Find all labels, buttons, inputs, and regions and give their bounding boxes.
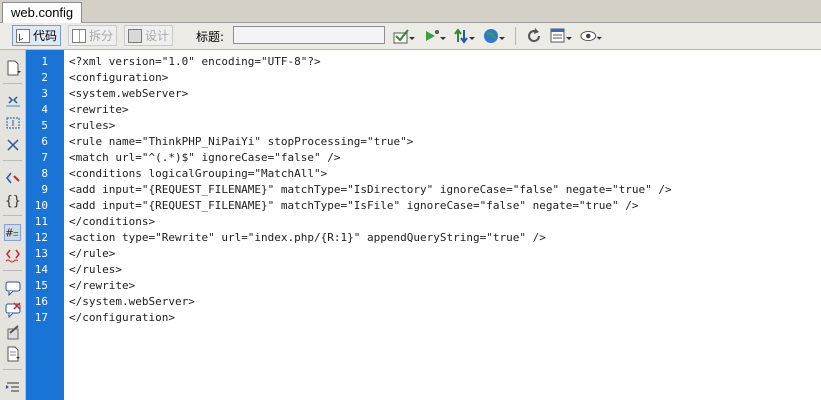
leftbar-separator	[3, 160, 22, 161]
line-number-gutter: 1 2 3 4 5 6 7 8 9 10 11 12 13 14 15 16 17	[26, 50, 64, 400]
code-line[interactable]: <configuration>	[69, 70, 168, 86]
line-number: 8	[41, 167, 48, 180]
code-line[interactable]: </conditions>	[69, 214, 155, 230]
split-view-button[interactable]: 拆分	[68, 25, 118, 46]
design-view-label: 设计	[145, 29, 170, 43]
code-view-button[interactable]: 代码	[12, 25, 62, 46]
code-line[interactable]: <match url="^(.*)$" ignoreCase="false" /…	[69, 150, 341, 166]
visual-aids-icon[interactable]	[580, 27, 602, 45]
line-number: 10	[34, 199, 48, 212]
code-line[interactable]: <rule name="ThinkPHP_NiPaiYi" stopProces…	[69, 134, 413, 150]
line-number: 3	[41, 87, 48, 100]
line-number: 12	[34, 231, 48, 244]
document-tab-strip: web.config	[0, 0, 821, 23]
code-line[interactable]: <rules>	[69, 118, 115, 134]
split-view-icon	[72, 28, 86, 43]
split-view-label: 拆分	[89, 29, 114, 43]
code-line[interactable]: <?xml version="1.0" encoding="UTF-8"?>	[69, 54, 321, 70]
preview-icon[interactable]	[424, 27, 446, 45]
balance-braces-icon[interactable]: {}	[4, 191, 21, 208]
line-number: 5	[41, 119, 48, 132]
line-numbers-icon[interactable]: #	[4, 224, 21, 241]
design-view-button[interactable]: 设计	[124, 25, 174, 46]
line-number: 16	[34, 295, 48, 308]
line-number: 1	[41, 55, 48, 68]
leftbar-separator	[3, 215, 22, 216]
line-number: 7	[41, 151, 48, 164]
expand-all-icon[interactable]	[4, 136, 21, 153]
code-line[interactable]: </rules>	[69, 262, 122, 278]
leftbar-separator	[3, 369, 22, 370]
select-parent-tag-icon[interactable]	[4, 169, 21, 186]
apply-comment-icon[interactable]	[4, 279, 21, 296]
code-line[interactable]: <action type="Rewrite" url="index.php/{R…	[69, 230, 546, 246]
globe-icon[interactable]	[483, 27, 505, 45]
remove-comment-icon[interactable]	[4, 301, 21, 318]
collapse-selection-icon[interactable]	[4, 114, 21, 131]
collapse-tag-icon[interactable]	[4, 92, 21, 109]
code-view-label: 代码	[33, 29, 58, 43]
browser-check-icon[interactable]	[393, 27, 415, 45]
highlight-invalid-icon[interactable]	[4, 246, 21, 263]
coding-toolbar: {} #	[0, 50, 26, 400]
recent-snippets-icon[interactable]	[4, 345, 21, 362]
code-line[interactable]: <add input="{REQUEST_FILENAME}" matchTyp…	[69, 198, 639, 214]
line-number: 15	[34, 279, 48, 292]
code-editor[interactable]: <?xml version="1.0" encoding="UTF-8"?> <c…	[64, 50, 821, 400]
file-transfer-icon[interactable]	[453, 27, 475, 45]
code-line[interactable]: </rewrite>	[69, 278, 135, 294]
line-number: 4	[41, 103, 48, 116]
line-number: 6	[41, 135, 48, 148]
svg-text:#: #	[5, 227, 14, 239]
view-options-icon[interactable]	[550, 27, 572, 45]
document-toolbar: 代码 拆分 设计 标题:	[0, 23, 821, 50]
code-line[interactable]: <rewrite>	[69, 102, 129, 118]
svg-text:{}: {}	[5, 194, 21, 208]
code-line[interactable]: <system.webServer>	[69, 86, 188, 102]
tab-web-config[interactable]: web.config	[2, 2, 83, 23]
indent-icon[interactable]	[4, 378, 21, 395]
code-view-icon	[16, 28, 30, 43]
line-number: 11	[34, 215, 48, 228]
title-input[interactable]	[233, 26, 385, 44]
toolbar-separator	[515, 27, 516, 45]
open-documents-icon[interactable]	[4, 59, 21, 76]
refresh-icon[interactable]	[523, 27, 545, 45]
code-line[interactable]: <add input="{REQUEST_FILENAME}" matchTyp…	[69, 182, 672, 198]
code-line[interactable]: </system.webServer>	[69, 294, 195, 310]
line-number: 14	[34, 263, 48, 276]
title-label: 标题:	[196, 30, 225, 44]
wrap-tag-icon[interactable]	[4, 323, 21, 340]
code-line[interactable]: </rule>	[69, 246, 115, 262]
code-line[interactable]: </configuration>	[69, 310, 175, 326]
line-number: 17	[34, 311, 48, 324]
code-line[interactable]: <conditions logicalGrouping="MatchAll">	[69, 166, 327, 182]
leftbar-separator	[3, 270, 22, 271]
leftbar-separator	[3, 83, 22, 84]
line-number: 2	[41, 71, 48, 84]
line-number: 13	[34, 247, 48, 260]
design-view-icon	[128, 28, 142, 43]
line-number: 9	[41, 183, 48, 196]
